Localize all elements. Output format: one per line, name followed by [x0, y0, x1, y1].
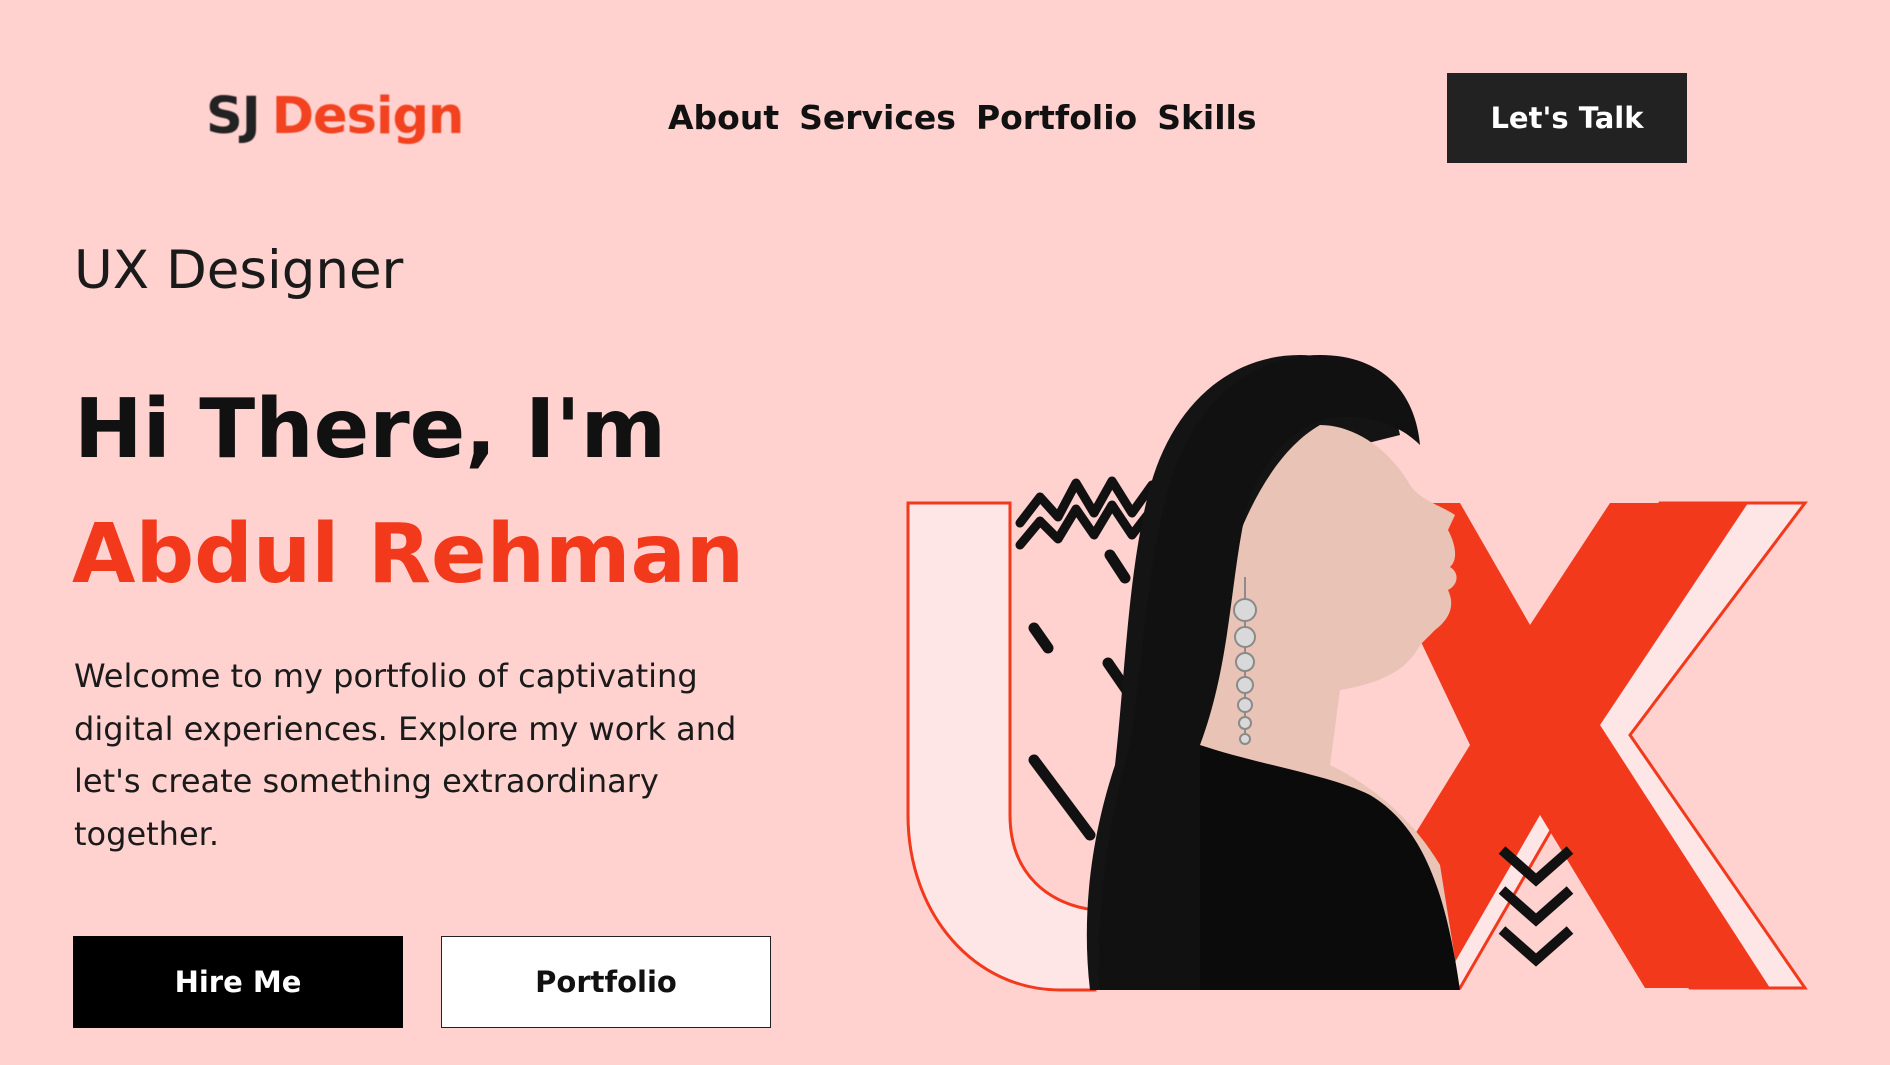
site-header: SJ Design About Services Portfolio Skills… [0, 0, 1890, 200]
hero-intro: Welcome to my portfolio of captivating d… [74, 657, 737, 853]
portrait-of-woman [1086, 355, 1460, 990]
nav-link-portfolio[interactable]: Portfolio [976, 96, 1137, 140]
u-letter-fill [906, 501, 1097, 992]
hero-greeting: Hi There, I'm [74, 382, 667, 477]
hero-name: Abdul Rehman [72, 507, 745, 602]
main-nav: About Services Portfolio Skills [668, 96, 1256, 140]
portfolio-button[interactable]: Portfolio [441, 936, 771, 1028]
logo-mark: SJ [206, 87, 261, 146]
hero-illustration [906, 355, 1809, 992]
hire-me-button[interactable]: Hire Me [73, 936, 403, 1028]
hero-role: UX Designer [74, 240, 404, 301]
logo-text: Design [271, 87, 465, 146]
nav-link-about[interactable]: About [668, 96, 779, 140]
logo[interactable]: SJ Design [206, 87, 465, 147]
nav-link-skills[interactable]: Skills [1157, 96, 1256, 140]
nav-link-services[interactable]: Services [799, 96, 956, 140]
lets-talk-button[interactable]: Let's Talk [1447, 73, 1687, 163]
